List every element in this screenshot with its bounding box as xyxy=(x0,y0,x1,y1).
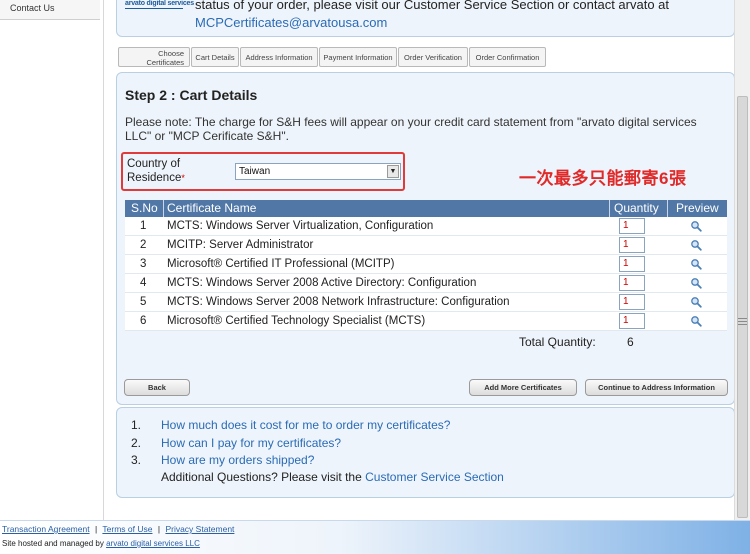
step-label: Payment Information xyxy=(323,53,393,62)
row-certificate-name: MCITP: Server Administrator xyxy=(167,239,314,251)
faq-number: 2. xyxy=(131,436,142,450)
row-certificate-name: MCTS: Windows Server 2008 Active Directo… xyxy=(167,277,477,289)
country-label: Country of Residence* xyxy=(127,157,207,185)
col-header-sno: S.No xyxy=(131,201,158,215)
row-sno: 4 xyxy=(140,277,147,289)
terms-of-use-link[interactable]: Terms of Use xyxy=(102,524,152,534)
cart-table: S.No Certificate Name Quantity Preview 1… xyxy=(125,200,727,351)
footer-links: Transaction Agreement | Terms of Use | P… xyxy=(2,524,234,534)
chevron-down-icon[interactable]: ▼ xyxy=(387,165,399,178)
sidebar-item-contact-us[interactable]: Contact Us xyxy=(0,0,100,20)
table-row: 6 Microsoft® Certified Technology Special… xyxy=(125,312,727,331)
privacy-statement-link[interactable]: Privacy Statement xyxy=(165,524,234,534)
step-cart-details[interactable]: Cart Details xyxy=(191,47,239,67)
additional-questions-text: Additional Questions? Please visit the xyxy=(161,470,366,484)
step-label: Choose xyxy=(158,49,184,58)
quantity-input[interactable]: 1 xyxy=(619,256,645,272)
info-text: status of your order, please visit our C… xyxy=(195,0,669,12)
step-payment-information[interactable]: Payment Information xyxy=(319,47,397,67)
back-button[interactable]: Back xyxy=(124,379,190,396)
step-order-confirmation[interactable]: Order Confirmation xyxy=(469,47,546,67)
quantity-input[interactable]: 1 xyxy=(619,218,645,234)
step-label: Cart Details xyxy=(195,53,235,62)
country-select[interactable]: Taiwan ▼ xyxy=(235,163,401,180)
row-sno: 2 xyxy=(140,239,147,251)
col-header-certificate-name: Certificate Name xyxy=(167,201,257,215)
hosted-by: Site hosted and managed by arvato digita… xyxy=(2,539,200,548)
checkout-steps: Choose Certificates Cart Details Address… xyxy=(118,47,548,67)
magnifier-icon[interactable] xyxy=(690,277,702,289)
col-header-quantity: Quantity xyxy=(614,201,659,215)
country-label-line: Residence xyxy=(127,172,182,184)
annotation-note: 一次最多只能郵寄6張 xyxy=(519,169,687,188)
step-label: Address Information xyxy=(245,53,313,62)
vertical-scrollbar[interactable] xyxy=(734,0,750,520)
table-header: S.No Certificate Name Quantity Preview xyxy=(125,200,727,217)
step-order-verification[interactable]: Order Verification xyxy=(398,47,468,67)
magnifier-icon[interactable] xyxy=(690,315,702,327)
magnifier-icon[interactable] xyxy=(690,258,702,270)
table-row: 3 Microsoft® Certified IT Professional (M… xyxy=(125,255,727,274)
magnifier-icon[interactable] xyxy=(690,220,702,232)
faq-box: 1. How much does it cost for me to order… xyxy=(116,407,735,498)
row-sno: 3 xyxy=(140,258,147,270)
additional-questions: Additional Questions? Please visit the C… xyxy=(161,470,504,484)
table-row: 5 MCTS: Windows Server 2008 Network Infra… xyxy=(125,293,727,312)
step-choose-certificates[interactable]: Choose Certificates xyxy=(118,47,190,67)
row-certificate-name: MCTS: Windows Server 2008 Network Infras… xyxy=(167,296,510,308)
col-header-preview: Preview xyxy=(676,201,719,215)
support-email-link[interactable]: MCPCertificates@arvatousa.com xyxy=(195,15,387,30)
row-sno: 5 xyxy=(140,296,147,308)
step-label: Certificates xyxy=(146,58,184,67)
page-footer: Transaction Agreement | Terms of Use | P… xyxy=(0,520,750,554)
row-certificate-name: Microsoft® Certified Technology Speciali… xyxy=(167,315,426,327)
quantity-input[interactable]: 1 xyxy=(619,237,645,253)
total-row: Total Quantity: 6 xyxy=(125,331,727,351)
faq-number: 1. xyxy=(131,418,142,432)
magnifier-icon[interactable] xyxy=(690,296,702,308)
quantity-input[interactable]: 1 xyxy=(619,313,645,329)
step-label: Order Verification xyxy=(404,53,462,62)
continue-to-address-button[interactable]: Continue to Address Information xyxy=(585,379,728,396)
page: Contact Us arvato digital services statu… xyxy=(0,0,750,554)
hosted-by-text: Site hosted and managed by xyxy=(2,539,107,548)
total-value: 6 xyxy=(627,335,634,349)
quantity-input[interactable]: 1 xyxy=(619,294,645,310)
step-label: Order Confirmation xyxy=(475,53,540,62)
faq-link[interactable]: How are my orders shipped? xyxy=(161,453,314,467)
cart-details-panel: Step 2 : Cart Details Please note: The c… xyxy=(116,72,735,405)
table-row: 4 MCTS: Windows Server 2008 Active Direct… xyxy=(125,274,727,293)
table-row: 1 MCTS: Windows Server Virtualization, Co… xyxy=(125,217,727,236)
row-certificate-name: MCTS: Windows Server Virtualization, Con… xyxy=(167,220,434,232)
country-selector-highlight: Country of Residence* Taiwan ▼ xyxy=(121,152,405,191)
customer-service-info-box: arvato digital services status of your o… xyxy=(116,0,735,37)
country-label-line: Country of xyxy=(127,158,181,170)
faq-number: 3. xyxy=(131,453,142,467)
country-select-value: Taiwan xyxy=(239,166,271,177)
required-marker: * xyxy=(181,173,185,183)
magnifier-icon[interactable] xyxy=(690,239,702,251)
row-certificate-name: Microsoft® Certified IT Professional (MC… xyxy=(167,258,395,270)
row-sno: 1 xyxy=(140,220,147,232)
sh-fee-note: Please note: The charge for S&H fees wil… xyxy=(125,115,697,143)
footer-separator: | xyxy=(157,524,161,534)
add-more-certificates-button[interactable]: Add More Certificates xyxy=(469,379,577,396)
step-address-information[interactable]: Address Information xyxy=(240,47,318,67)
page-title: Step 2 : Cart Details xyxy=(125,87,258,103)
footer-separator: | xyxy=(94,524,98,534)
logo-text: arvato digital services xyxy=(125,0,194,7)
table-row: 2 MCITP: Server Administrator 1 xyxy=(125,236,727,255)
customer-service-link[interactable]: Customer Service Section xyxy=(365,470,504,484)
quantity-input[interactable]: 1 xyxy=(619,275,645,291)
total-label: Total Quantity: xyxy=(519,335,596,349)
arvato-link[interactable]: arvato digital services LLC xyxy=(106,539,200,548)
row-sno: 6 xyxy=(140,315,147,327)
faq-link[interactable]: How much does it cost for me to order my… xyxy=(161,418,450,432)
transaction-agreement-link[interactable]: Transaction Agreement xyxy=(2,524,90,534)
faq-link[interactable]: How can I pay for my certificates? xyxy=(161,436,341,450)
scrollbar-thumb[interactable] xyxy=(737,96,748,518)
left-sidebar: Contact Us xyxy=(0,0,104,520)
arvato-logo: arvato digital services xyxy=(125,0,194,9)
